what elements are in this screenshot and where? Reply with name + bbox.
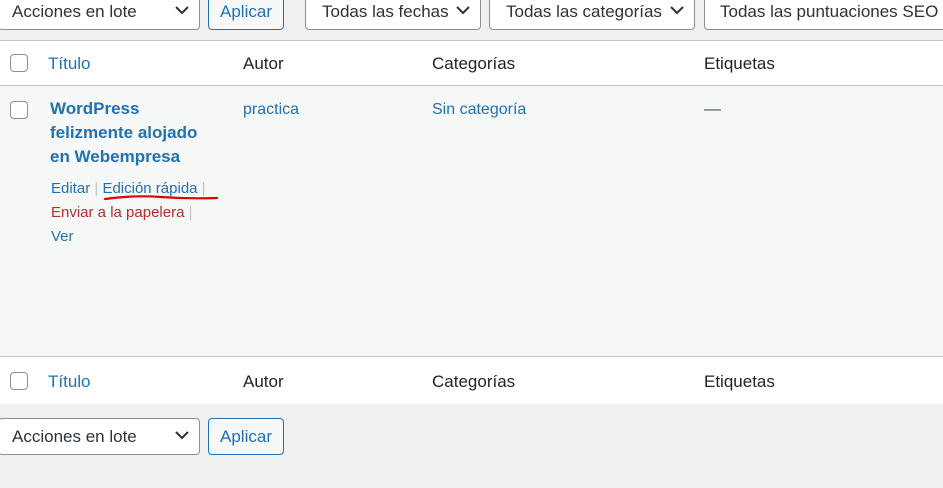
table-row: WordPress felizmente alojado en Webempre…	[0, 86, 943, 356]
chevron-down-icon	[670, 6, 684, 15]
row-checkbox[interactable]	[10, 101, 28, 119]
table-footer: Título Autor Categorías Etiquetas	[0, 356, 943, 404]
date-filter-label: Todas las fechas	[322, 2, 449, 21]
select-all-checkbox-footer[interactable]	[10, 372, 28, 390]
post-title-line: en Webempresa	[50, 147, 181, 166]
edit-link[interactable]: Editar	[51, 180, 90, 197]
red-underline-annotation	[103, 195, 219, 201]
column-title-sort-link[interactable]: Título	[48, 54, 91, 74]
category-filter-label: Todas las categorías	[506, 2, 662, 21]
bulk-actions-label: Acciones en lote	[12, 2, 137, 21]
column-categories-footer: Categorías	[432, 372, 516, 391]
row-actions-line2: Enviar a la papelera |	[51, 204, 193, 221]
apply-button-bottom[interactable]: Aplicar	[208, 418, 284, 455]
column-tags-header: Etiquetas	[704, 54, 775, 73]
post-tags-value: —	[704, 99, 721, 118]
column-tags-footer: Etiquetas	[704, 372, 775, 391]
row-actions-line3: Ver	[51, 228, 74, 245]
apply-button-top[interactable]: Aplicar	[208, 0, 284, 30]
post-title-link[interactable]: WordPress felizmente alojado en Webempre…	[50, 97, 197, 169]
seo-filter-label: Todas las puntuaciones SEO	[720, 2, 939, 21]
seo-filter-select[interactable]: Todas las puntuaciones SEO	[704, 0, 943, 30]
post-author-link[interactable]: practica	[243, 101, 299, 119]
category-filter-select[interactable]: Todas las categorías	[489, 0, 695, 30]
column-author-footer: Autor	[243, 372, 284, 391]
action-separator: |	[188, 204, 193, 221]
post-title-line: WordPress	[50, 99, 140, 118]
view-link[interactable]: Ver	[51, 228, 74, 245]
post-category-link[interactable]: Sin categoría	[432, 101, 526, 119]
chevron-down-icon	[456, 6, 470, 15]
bulk-actions-label: Acciones en lote	[12, 427, 137, 446]
date-filter-select[interactable]: Todas las fechas	[305, 0, 481, 30]
post-title-line: felizmente alojado	[50, 123, 198, 142]
chevron-down-icon	[175, 431, 189, 440]
column-author-header: Autor	[243, 54, 284, 73]
posts-table: Título Autor Categorías Etiquetas WordPr…	[0, 40, 943, 404]
bulk-actions-select-bottom[interactable]: Acciones en lote	[0, 418, 200, 455]
column-categories-header: Categorías	[432, 54, 516, 73]
column-title-sort-link-footer[interactable]: Título	[48, 372, 91, 392]
chevron-down-icon	[175, 6, 189, 15]
trash-link[interactable]: Enviar a la papelera	[51, 204, 184, 221]
select-all-checkbox[interactable]	[10, 54, 28, 72]
table-header: Título Autor Categorías Etiquetas	[0, 41, 943, 86]
bulk-actions-select-top[interactable]: Acciones en lote	[0, 0, 200, 30]
action-separator: |	[94, 180, 99, 197]
